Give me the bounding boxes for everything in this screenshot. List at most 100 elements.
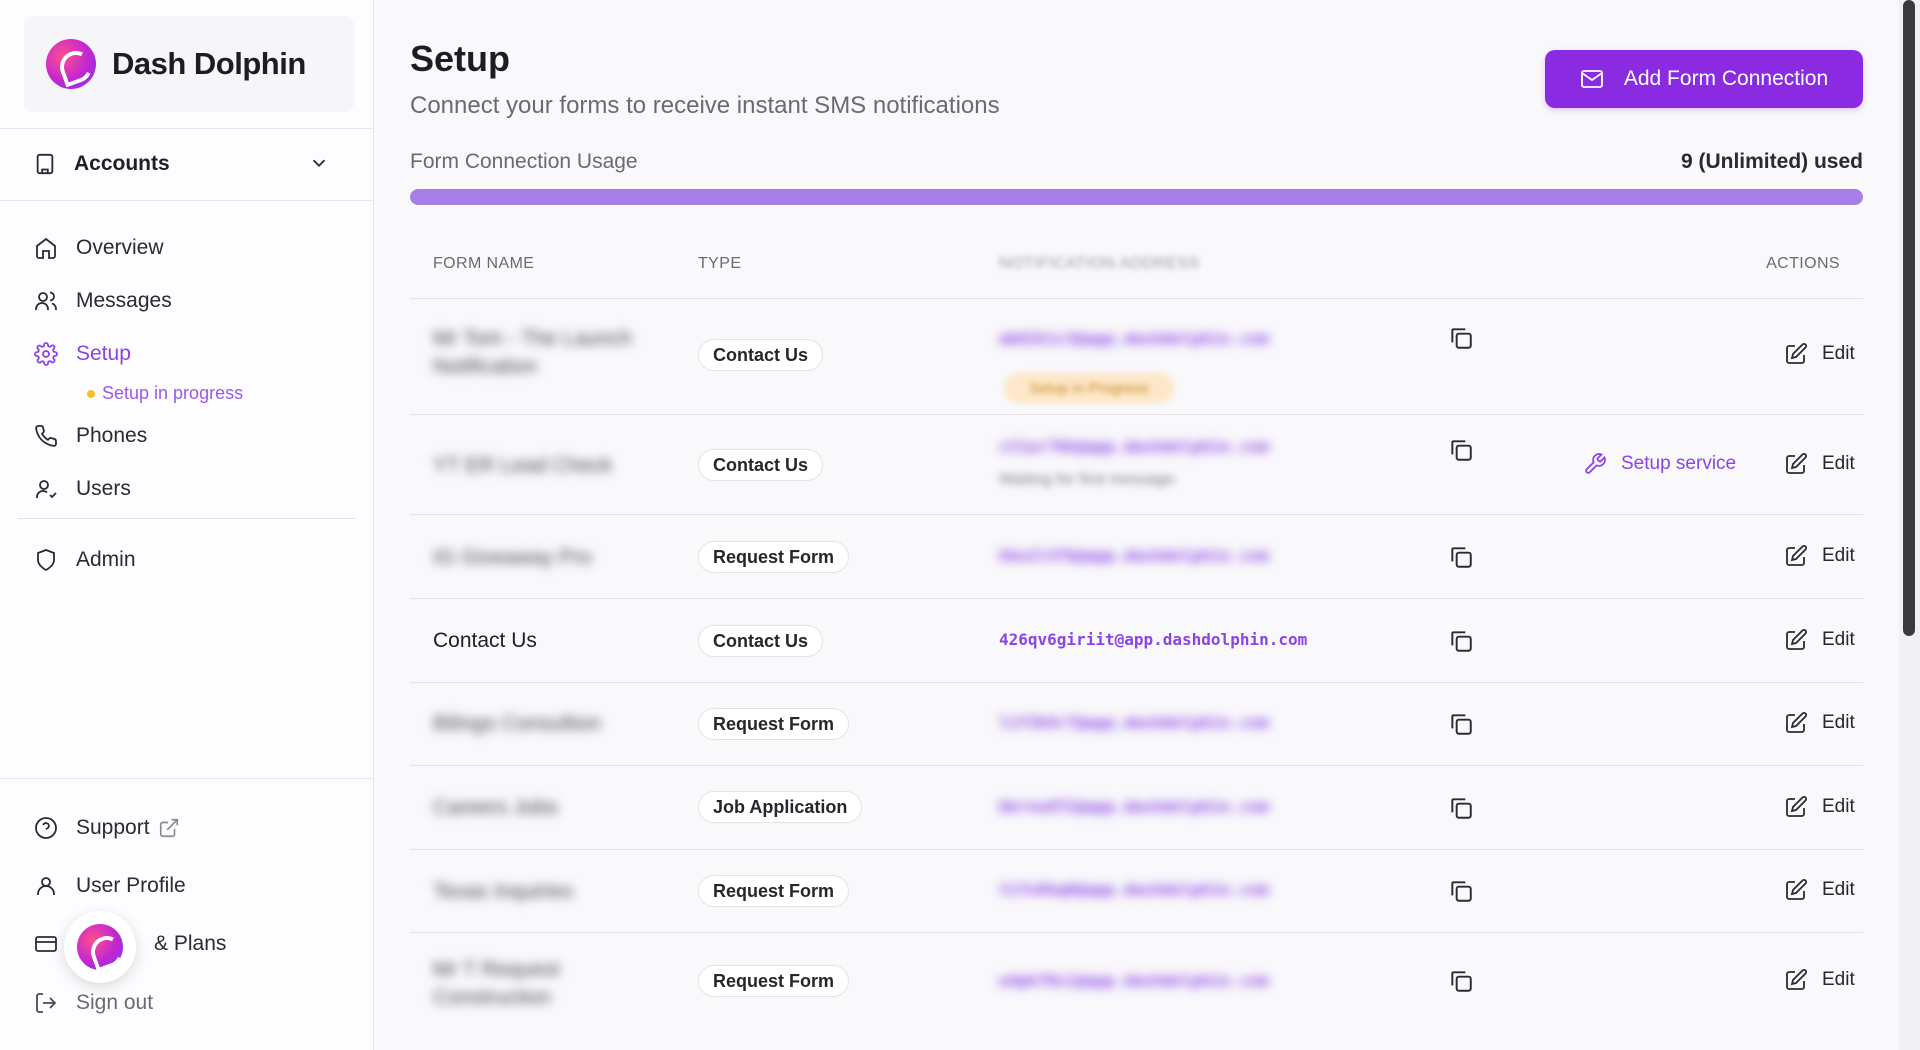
form-name: Texas Inquiries bbox=[433, 880, 574, 903]
sidebar-item-sign-out[interactable]: Sign out bbox=[24, 981, 344, 1025]
notification-email[interactable]: bkrnu8f2@app.dashdolphin.com bbox=[999, 797, 1269, 816]
table-row: Mr T Request Construction Request Form w4p… bbox=[410, 932, 1863, 1028]
copy-icon[interactable] bbox=[1448, 628, 1474, 654]
status-badge: Setup in Progress bbox=[1004, 373, 1174, 403]
notification-email[interactable]: l1f3k8r7@app.dashdolphin.com bbox=[999, 713, 1269, 732]
phone-icon bbox=[34, 424, 58, 448]
sidebar-item-overview[interactable]: Overview bbox=[24, 226, 344, 270]
sign-out-icon bbox=[34, 991, 58, 1015]
scrollbar[interactable] bbox=[1899, 0, 1920, 1050]
external-link-icon bbox=[158, 817, 180, 839]
table-row: Careers Jobs Job Application bkrnu8f2@app.… bbox=[410, 765, 1863, 849]
form-name: Contact Us bbox=[433, 629, 537, 652]
dolphin-logo-icon bbox=[46, 39, 96, 89]
edit-button[interactable]: Edit bbox=[1784, 711, 1855, 735]
sidebar-item-messages[interactable]: Messages bbox=[24, 279, 344, 323]
scrollbar-thumb[interactable] bbox=[1903, 0, 1915, 636]
sidebar-item-user-profile[interactable]: User Profile bbox=[24, 864, 344, 908]
edit-icon bbox=[1784, 628, 1808, 652]
sidebar-item-users[interactable]: Users bbox=[24, 467, 344, 511]
edit-button[interactable]: Edit bbox=[1784, 452, 1855, 476]
edit-button[interactable]: Edit bbox=[1784, 968, 1855, 992]
building-icon bbox=[34, 153, 56, 175]
sidebar-item-label: Users bbox=[76, 477, 131, 500]
edit-button[interactable]: Edit bbox=[1784, 878, 1855, 902]
type-badge: Request Form bbox=[698, 875, 850, 907]
gear-icon bbox=[34, 342, 58, 366]
accounts-label: Accounts bbox=[74, 152, 170, 175]
copy-icon[interactable] bbox=[1448, 968, 1474, 994]
shield-icon bbox=[34, 548, 58, 572]
sidebar-item-label: Overview bbox=[76, 236, 164, 259]
table-row: Mr Tom - The Launch Notification Contact … bbox=[410, 298, 1863, 414]
form-name: IG Giveaway Pro bbox=[433, 546, 592, 569]
edit-icon bbox=[1784, 452, 1808, 476]
type-badge: Request Form bbox=[698, 965, 850, 997]
copy-icon[interactable] bbox=[1448, 544, 1474, 570]
edit-button[interactable]: Edit bbox=[1784, 795, 1855, 819]
table-header: FORM NAME TYPE NOTIFICATION ADDRESS ACTI… bbox=[410, 240, 1863, 298]
chat-widget-button[interactable] bbox=[64, 911, 136, 983]
user-check-icon bbox=[34, 477, 58, 501]
wrench-icon bbox=[1583, 452, 1607, 476]
form-name: Bilingo Consultion bbox=[433, 712, 602, 735]
sidebar-item-setup[interactable]: Setup bbox=[24, 332, 344, 376]
type-badge: Contact Us bbox=[698, 625, 824, 657]
help-circle-icon bbox=[34, 816, 58, 840]
sidebar: Dash Dolphin Accounts Overview Messages … bbox=[0, 0, 374, 1050]
notification-email[interactable]: t1fo6hq0@app.dashdolphin.com bbox=[999, 880, 1269, 899]
main-content: Setup Connect your forms to receive inst… bbox=[374, 0, 1900, 1050]
copy-icon[interactable] bbox=[1448, 795, 1474, 821]
setup-service-label: Setup service bbox=[1621, 453, 1737, 474]
edit-icon bbox=[1784, 544, 1808, 568]
sidebar-item-label: Setup bbox=[76, 342, 131, 365]
notification-email[interactable]: ct1wr76k@app.dashdolphin.com bbox=[999, 437, 1269, 456]
sidebar-item-label: Phones bbox=[76, 424, 148, 447]
usage-progress-fill bbox=[410, 189, 1863, 205]
notification-email[interactable]: ab82k1c3@app.dashdolphin.com bbox=[999, 329, 1269, 348]
form-name: Mr T Request Construction bbox=[433, 958, 560, 1009]
type-badge: Job Application bbox=[698, 791, 863, 823]
type-badge: Contact Us bbox=[698, 339, 824, 371]
copy-icon[interactable] bbox=[1448, 878, 1474, 904]
type-badge: Contact Us bbox=[698, 449, 824, 481]
sidebar-item-label: Admin bbox=[76, 548, 136, 571]
copy-icon[interactable] bbox=[1448, 437, 1474, 463]
users-icon bbox=[34, 289, 58, 313]
sidebar-item-admin[interactable]: Admin bbox=[24, 538, 344, 582]
accounts-selector[interactable]: Accounts bbox=[24, 140, 344, 188]
setup-service-button[interactable]: Setup service bbox=[1583, 452, 1736, 476]
dolphin-logo-icon bbox=[77, 924, 123, 970]
column-header-address: NOTIFICATION ADDRESS bbox=[999, 255, 1200, 272]
table-body: Mr Tom - The Launch Notification Contact … bbox=[410, 298, 1863, 1028]
notification-email[interactable]: kkw1l47b@app.dashdolphin.com bbox=[999, 546, 1269, 565]
home-icon bbox=[34, 236, 58, 260]
setup-status[interactable]: Setup in progress bbox=[87, 383, 243, 404]
sidebar-item-support[interactable]: Support bbox=[24, 806, 344, 850]
divider bbox=[0, 778, 374, 779]
form-connections-table: FORM NAME TYPE NOTIFICATION ADDRESS ACTI… bbox=[410, 240, 1863, 1028]
edit-button[interactable]: Edit bbox=[1784, 628, 1855, 652]
column-header-form-name: FORM NAME bbox=[433, 255, 535, 272]
copy-icon[interactable] bbox=[1448, 711, 1474, 737]
edit-button[interactable]: Edit bbox=[1784, 342, 1855, 366]
edit-label: Edit bbox=[1822, 545, 1855, 566]
divider bbox=[18, 518, 356, 519]
table-row: Contact Us Contact Us 426qv6giriit@app.das… bbox=[410, 598, 1863, 682]
table-row: YT ER Lead Check Contact Us ct1wr76k@app.d… bbox=[410, 414, 1863, 514]
edit-button[interactable]: Edit bbox=[1784, 544, 1855, 568]
mail-icon bbox=[1580, 67, 1604, 91]
table-row: Texas Inquiries Request Form t1fo6hq0@app.… bbox=[410, 849, 1863, 932]
edit-label: Edit bbox=[1822, 879, 1855, 900]
table-row: IG Giveaway Pro Request Form kkw1l47b@app.… bbox=[410, 514, 1863, 598]
edit-icon bbox=[1784, 795, 1808, 819]
form-name: Careers Jobs bbox=[433, 796, 558, 819]
notification-email[interactable]: w4pkf0s1@app.dashdolphin.com bbox=[999, 971, 1269, 990]
brand-header[interactable]: Dash Dolphin bbox=[24, 16, 354, 112]
notification-email[interactable]: 426qv6giriit@app.dashdolphin.com bbox=[999, 630, 1307, 649]
add-form-connection-button[interactable]: Add Form Connection bbox=[1545, 50, 1863, 108]
chevron-down-icon bbox=[308, 152, 330, 174]
copy-icon[interactable] bbox=[1448, 325, 1474, 351]
page-title: Setup bbox=[410, 38, 511, 79]
sidebar-item-phones[interactable]: Phones bbox=[24, 414, 344, 458]
